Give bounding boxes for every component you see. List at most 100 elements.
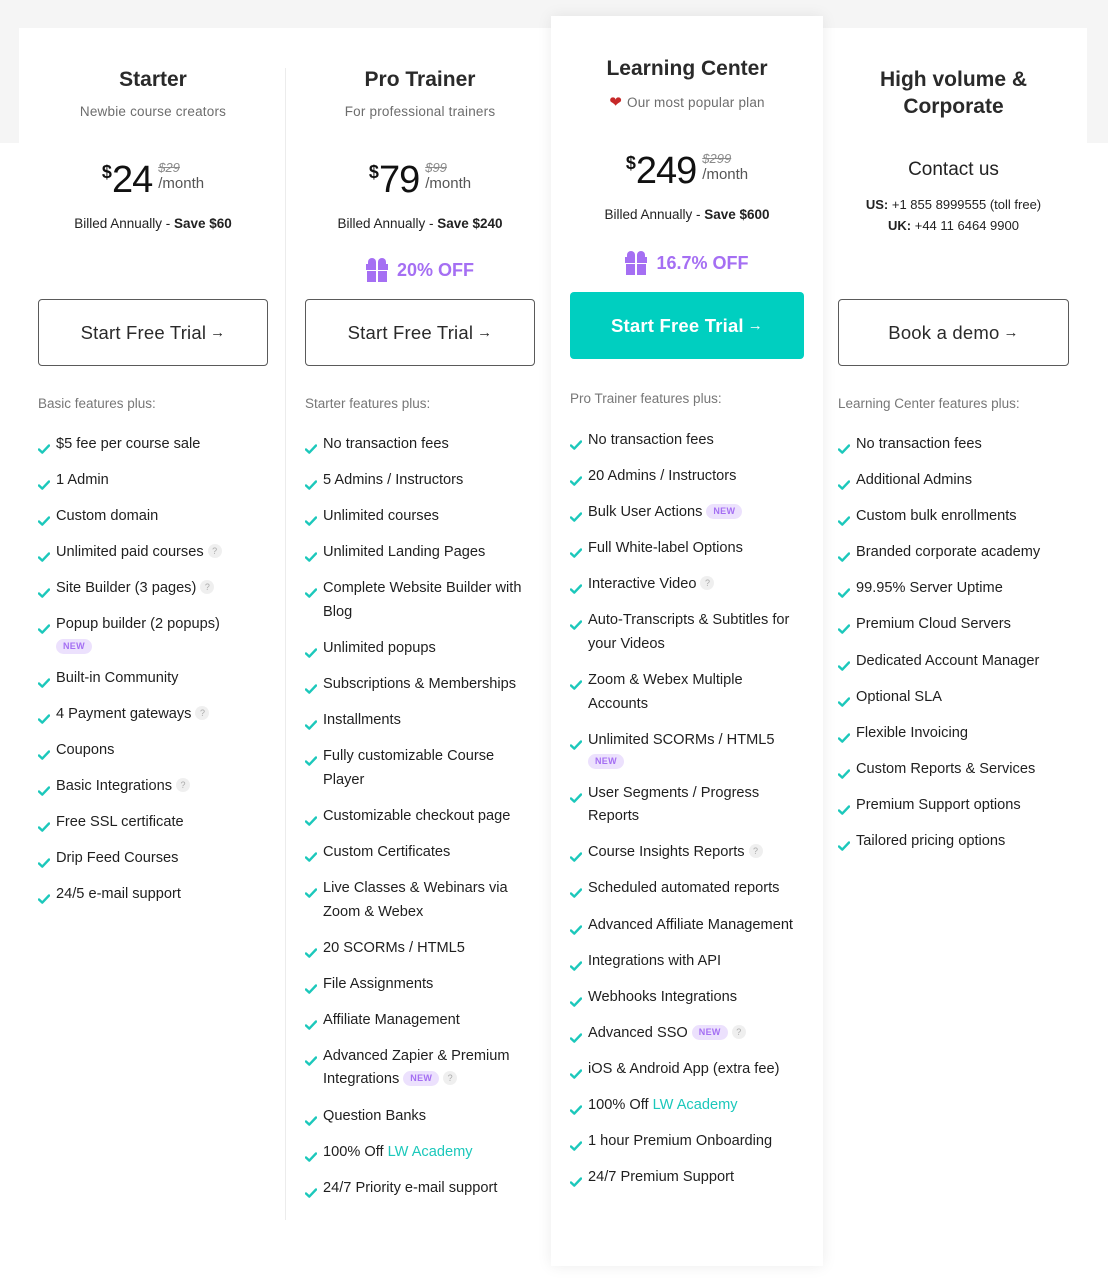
arrow-right-icon: → (1003, 324, 1019, 341)
feature-item: Free SSL certificate (37, 811, 268, 835)
check-icon (837, 511, 851, 526)
contact-title: Contact us (908, 159, 999, 180)
arrow-right-icon: → (747, 317, 763, 334)
feature-item: 100% Off LW Academy (304, 1141, 535, 1165)
help-tooltip-icon[interactable]: ? (176, 777, 191, 792)
help-tooltip-icon[interactable]: ? (731, 1024, 746, 1039)
help-tooltip-icon[interactable]: ? (207, 544, 222, 559)
feature-text: Coupons (56, 741, 115, 758)
check-icon (304, 847, 318, 862)
feature-item: Optional SLA (837, 686, 1069, 710)
feature-text: Premium Support options (856, 796, 1021, 813)
help-tooltip-icon[interactable]: ? (443, 1071, 458, 1086)
phone-number[interactable]: +1 855 8999555 (toll free) (888, 197, 1041, 212)
feature-item: Zoom & Webex Multiple Accounts (569, 669, 804, 716)
feature-item: Custom bulk enrollments (837, 505, 1069, 529)
feature-item: Unlimited Landing Pages (304, 541, 535, 565)
billing-note: Billed Annually - Save $60 (38, 216, 268, 231)
new-badge: NEW (706, 504, 743, 520)
lw-academy-link[interactable]: LW Academy (653, 1097, 738, 1113)
features-heading: Learning Center features plus: (838, 396, 1020, 411)
check-icon (569, 735, 583, 750)
feature-item: 24/7 Premium Support (569, 1166, 804, 1190)
feature-item: 4 Payment gateways? (37, 703, 268, 727)
check-icon (304, 439, 318, 454)
feature-item: Full White-label Options (569, 537, 804, 561)
heart-icon: ❤ (609, 94, 622, 111)
feature-text: Customizable checkout page (323, 807, 511, 824)
discount-text: 16.7% OFF (656, 252, 749, 273)
button-label: Start Free Trial (611, 314, 744, 336)
feature-text: Basic Integrations (56, 777, 173, 794)
plan-subtitle: For professional trainers (344, 104, 496, 119)
plan-title: Learning Center (606, 57, 768, 80)
feature-text: Affiliate Management (323, 1011, 460, 1028)
button-label: Book a demo (888, 321, 1000, 343)
feature-text: Built-in Community (56, 669, 179, 686)
feature-item: Interactive Video? (569, 573, 804, 597)
billing-label: Billed Annually - (604, 207, 705, 222)
arrow-right-icon: → (210, 324, 226, 341)
feature-item: Additional Admins (837, 469, 1069, 493)
check-icon (37, 547, 51, 563)
feature-item: Webhooks Integrations (569, 986, 804, 1010)
feature-text: Zoom & Webex Multiple Accounts (588, 672, 743, 712)
help-tooltip-icon[interactable]: ? (748, 844, 763, 859)
discount-label: 20% OFF (305, 258, 535, 282)
help-tooltip-icon[interactable]: ? (195, 705, 210, 720)
price-amount: 24 (111, 159, 153, 201)
feature-item: Auto-Transcripts & Subtitles for your Vi… (569, 609, 804, 656)
check-icon (37, 709, 51, 724)
feature-text: 4 Payment gateways (56, 705, 192, 722)
new-badge: NEW (56, 638, 92, 654)
feature-item: Integrations with API (569, 950, 804, 974)
feature-text: Webhooks Integrations (588, 988, 738, 1005)
feature-item: Custom domain (37, 505, 268, 529)
feature-text: Site Builder (3 pages) (56, 580, 197, 597)
feature-text: iOS & Android App (extra fee) (588, 1060, 780, 1077)
check-icon (304, 979, 318, 994)
feature-text: Full White-label Options (588, 540, 743, 557)
start-free-trial-button[interactable]: Start Free Trial → (570, 292, 804, 359)
lw-academy-link[interactable]: LW Academy (388, 1144, 473, 1160)
feature-text: Scheduled automated reports (588, 880, 780, 897)
currency-symbol: $ (625, 153, 636, 173)
savings: Save $60 (174, 216, 232, 231)
price: $ 79 $99 /month (305, 160, 535, 200)
feature-item: No transaction fees (304, 433, 535, 457)
feature-item: Advanced SSO NEW? (569, 1022, 804, 1046)
feature-text: 100% Off (588, 1097, 653, 1113)
check-icon (569, 615, 583, 631)
check-icon (304, 1183, 318, 1198)
arrow-right-icon: → (477, 324, 493, 341)
check-icon (37, 853, 51, 868)
start-free-trial-button[interactable]: Start Free Trial → (38, 299, 268, 366)
billing-note: Billed Annually - Save $600 (570, 207, 804, 222)
plan-title: Pro Trainer (364, 68, 476, 91)
help-tooltip-icon[interactable]: ? (200, 580, 215, 595)
feature-text: Question Banks (323, 1107, 427, 1124)
savings: Save $240 (437, 216, 503, 231)
gift-icon (625, 251, 648, 275)
check-icon (304, 883, 318, 898)
feature-item: Site Builder (3 pages)? (37, 577, 268, 601)
feature-text: $5 fee per course sale (56, 436, 201, 452)
price-amount: 249 (635, 150, 697, 192)
help-tooltip-icon[interactable]: ? (700, 576, 715, 591)
phone-number[interactable]: +44 11 6464 9900 (911, 218, 1019, 233)
feature-text: No transaction fees (588, 432, 714, 448)
feature-item: Affiliate Management (304, 1009, 535, 1033)
book-demo-button[interactable]: Book a demo → (838, 299, 1069, 366)
feature-text: 24/7 Premium Support (588, 1169, 735, 1186)
feature-item: Custom Reports & Services (837, 758, 1069, 782)
feature-text: Tailored pricing options (856, 833, 1006, 850)
feature-item: Tailored pricing options (837, 830, 1069, 854)
feature-text: Custom Reports & Services (856, 760, 1036, 777)
start-free-trial-button[interactable]: Start Free Trial → (305, 299, 535, 366)
check-icon (837, 764, 851, 779)
feature-item: Question Banks (304, 1105, 535, 1129)
check-icon (569, 471, 583, 486)
new-badge: NEW (691, 1024, 728, 1040)
check-icon (304, 943, 318, 958)
feature-text: Advanced Affiliate Management (588, 916, 793, 933)
